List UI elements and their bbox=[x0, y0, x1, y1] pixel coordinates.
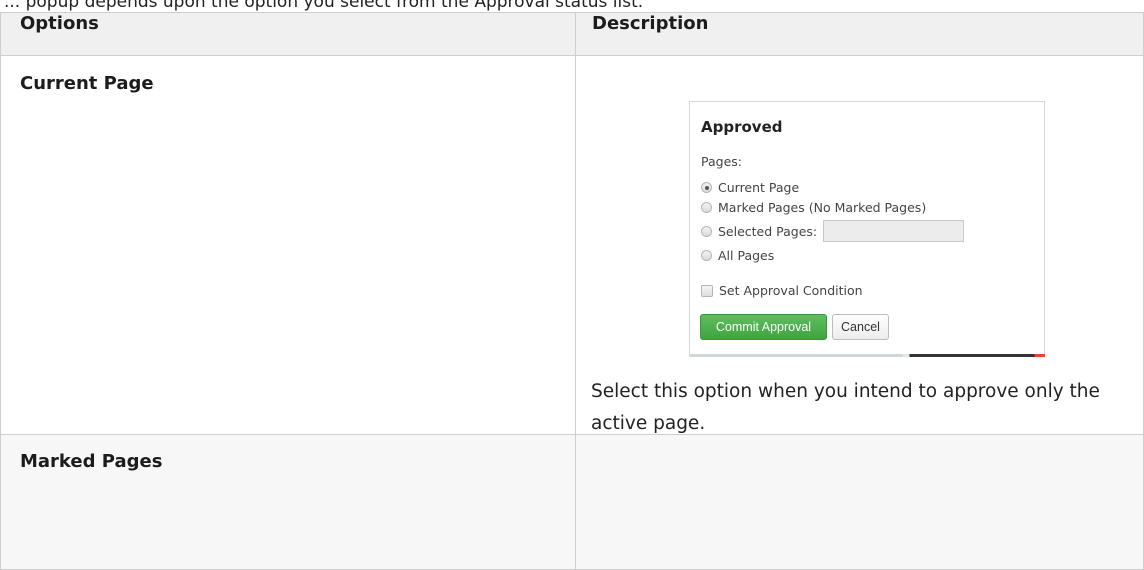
radio-label: All Pages bbox=[718, 248, 775, 263]
radio-marked-pages[interactable]: Marked Pages (No Marked Pages) bbox=[701, 200, 926, 215]
radio-selected-pages[interactable]: Selected Pages: bbox=[701, 220, 965, 242]
description-cell bbox=[575, 434, 1144, 570]
table-row: Marked Pages bbox=[0, 434, 1144, 570]
intro-text: ... popup depends upon the option you se… bbox=[4, 0, 644, 12]
option-cell: Current Page bbox=[0, 55, 576, 435]
dialog-bottom-edge bbox=[689, 354, 1045, 357]
option-description: Select this option when you intend to ap… bbox=[591, 381, 1100, 434]
table-header-row: Options Description bbox=[0, 12, 1144, 56]
radio-label: Selected Pages: bbox=[718, 223, 818, 239]
radio-label: Current Page bbox=[718, 180, 800, 195]
radio-selected-icon[interactable] bbox=[701, 182, 712, 193]
options-table: Options Description Current Page Approve… bbox=[0, 12, 1144, 570]
checkbox-icon[interactable] bbox=[701, 284, 713, 297]
radio-icon[interactable] bbox=[701, 250, 712, 261]
header-options-label: Options bbox=[20, 13, 99, 34]
header-description: Description bbox=[575, 12, 1144, 56]
radio-icon[interactable] bbox=[701, 225, 712, 237]
approval-dialog-screenshot: Approved Pages: Current Page Marked Page… bbox=[689, 101, 1045, 357]
radio-label: Marked Pages (No Marked Pages) bbox=[718, 200, 927, 215]
table-row: Current Page Approved Pages: Current Pag… bbox=[0, 55, 1144, 435]
description-cell: Approved Pages: Current Page Marked Page… bbox=[575, 55, 1144, 435]
radio-current-page[interactable]: Current Page bbox=[701, 180, 799, 195]
set-approval-condition-checkbox[interactable]: Set Approval Condition bbox=[701, 283, 863, 298]
pages-label: Pages: bbox=[701, 154, 742, 169]
header-description-label: Description bbox=[592, 13, 709, 34]
radio-icon[interactable] bbox=[701, 202, 712, 213]
header-options: Options bbox=[0, 12, 576, 56]
option-name: Marked Pages bbox=[20, 451, 163, 472]
commit-approval-button[interactable]: Commit Approval bbox=[700, 314, 827, 340]
option-name: Current Page bbox=[20, 73, 154, 94]
radio-all-pages[interactable]: All Pages bbox=[701, 248, 774, 263]
cancel-button[interactable]: Cancel bbox=[832, 314, 889, 340]
checkbox-label: Set Approval Condition bbox=[719, 283, 863, 298]
dialog-title: Approved bbox=[701, 118, 783, 136]
selected-pages-input[interactable] bbox=[823, 220, 965, 242]
option-cell: Marked Pages bbox=[0, 434, 576, 570]
